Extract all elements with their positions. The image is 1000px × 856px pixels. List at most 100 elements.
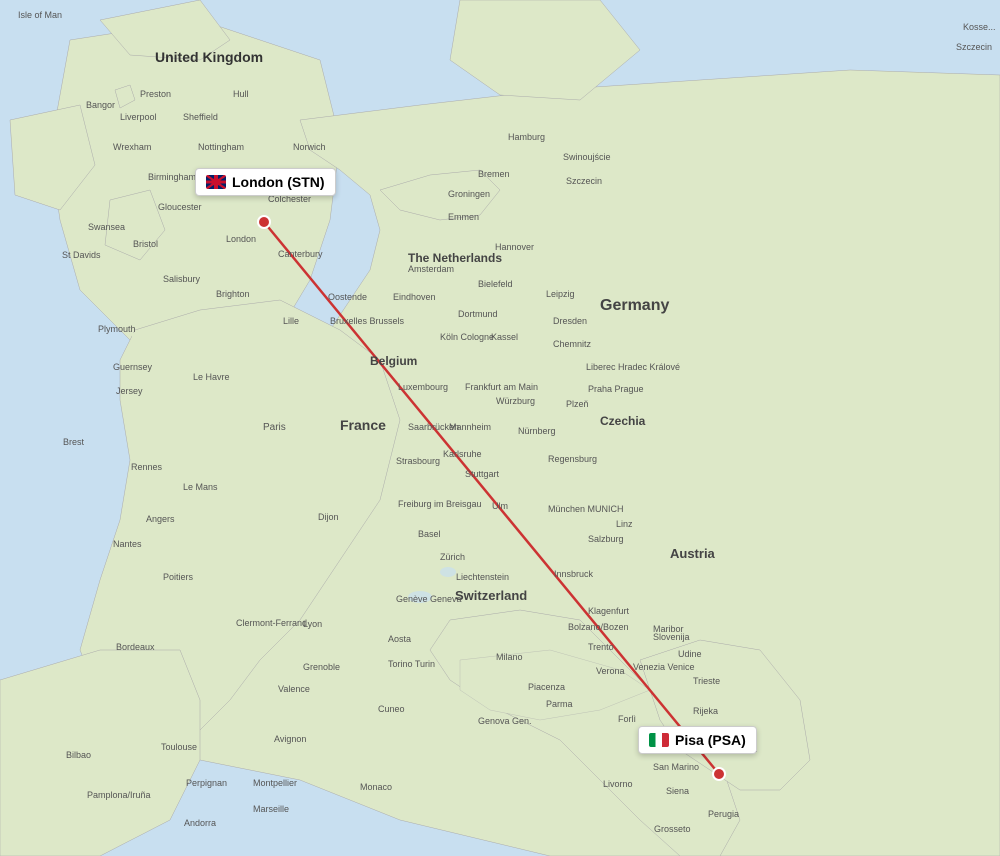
svg-text:Sheffield: Sheffield xyxy=(183,112,218,122)
netherlands-label: The Netherlands xyxy=(408,251,502,265)
svg-text:Dortmund: Dortmund xyxy=(458,309,498,319)
origin-dot xyxy=(258,216,270,228)
svg-text:Genova Gen.: Genova Gen. xyxy=(478,716,532,726)
svg-text:Strasbourg: Strasbourg xyxy=(396,456,440,466)
svg-text:Venezia Venice: Venezia Venice xyxy=(633,662,695,672)
svg-text:Groningen: Groningen xyxy=(448,189,490,199)
svg-text:Slovenija: Slovenija xyxy=(653,632,690,642)
svg-text:Bremen: Bremen xyxy=(478,169,510,179)
svg-text:Norwich: Norwich xyxy=(293,142,326,152)
belgium-label: Belgium xyxy=(370,354,417,368)
map-container: United Kingdom Germany France Switzerlan… xyxy=(0,0,1000,856)
svg-text:Verona: Verona xyxy=(596,666,625,676)
svg-text:Hannover: Hannover xyxy=(495,242,534,252)
svg-text:Bielefeld: Bielefeld xyxy=(478,279,513,289)
svg-text:Ulm: Ulm xyxy=(492,501,508,511)
svg-text:Rennes: Rennes xyxy=(131,462,163,472)
svg-text:Grenoble: Grenoble xyxy=(303,662,340,672)
svg-text:Hull: Hull xyxy=(233,89,249,99)
svg-text:Hamburg: Hamburg xyxy=(508,132,545,142)
italy-flag-icon xyxy=(649,733,669,747)
svg-text:Cuneo: Cuneo xyxy=(378,704,405,714)
svg-text:Frankfurt am Main: Frankfurt am Main xyxy=(465,382,538,392)
svg-text:Basel: Basel xyxy=(418,529,441,539)
svg-text:Kosse...: Kosse... xyxy=(963,22,996,32)
svg-text:Rijeka: Rijeka xyxy=(693,706,718,716)
svg-text:Oostende: Oostende xyxy=(328,292,367,302)
svg-text:Preston: Preston xyxy=(140,89,171,99)
london-label-text: London (STN) xyxy=(232,174,325,190)
svg-text:Gloucester: Gloucester xyxy=(158,202,202,212)
svg-text:Lille: Lille xyxy=(283,316,299,326)
svg-text:Parma: Parma xyxy=(546,699,573,709)
switzerland-label: Switzerland xyxy=(455,588,527,603)
svg-text:Praha Prague: Praha Prague xyxy=(588,384,644,394)
svg-text:London: London xyxy=(226,234,256,244)
svg-text:Grosseto: Grosseto xyxy=(654,824,691,834)
svg-text:Clermont-Ferrand: Clermont-Ferrand xyxy=(236,618,307,628)
svg-text:Livorno: Livorno xyxy=(603,779,633,789)
svg-text:Salisbury: Salisbury xyxy=(163,274,201,284)
svg-text:Guernsey: Guernsey xyxy=(113,362,153,372)
france-label: France xyxy=(340,417,386,433)
svg-text:Toulouse: Toulouse xyxy=(161,742,197,752)
svg-text:Avignon: Avignon xyxy=(274,734,306,744)
svg-text:Brighton: Brighton xyxy=(216,289,250,299)
svg-text:Isle of Man: Isle of Man xyxy=(18,10,62,20)
svg-text:Genève Geneva: Genève Geneva xyxy=(396,594,462,604)
svg-text:Piacenza: Piacenza xyxy=(528,682,565,692)
svg-text:Bilbao: Bilbao xyxy=(66,750,91,760)
svg-text:Pamplona/Iruña: Pamplona/Iruña xyxy=(87,790,151,800)
svg-text:Andorra: Andorra xyxy=(184,818,216,828)
svg-text:Szczecin: Szczecin xyxy=(566,176,602,186)
svg-text:Perpignan: Perpignan xyxy=(186,778,227,788)
map-svg: United Kingdom Germany France Switzerlan… xyxy=(0,0,1000,856)
svg-text:Innsbruck: Innsbruck xyxy=(554,569,594,579)
svg-text:Liechtenstein: Liechtenstein xyxy=(456,572,509,582)
svg-text:Nottingham: Nottingham xyxy=(198,142,244,152)
svg-text:Perugia: Perugia xyxy=(708,809,739,819)
svg-text:Leipzig: Leipzig xyxy=(546,289,575,299)
uk-flag-icon xyxy=(206,175,226,189)
svg-text:Nürnberg: Nürnberg xyxy=(518,426,556,436)
svg-text:Emmen: Emmen xyxy=(448,212,479,222)
czechia-label: Czechia xyxy=(600,414,646,428)
svg-text:Dresden: Dresden xyxy=(553,316,587,326)
svg-text:Plzeň: Plzeň xyxy=(566,399,589,409)
svg-text:Birmingham: Birmingham xyxy=(148,172,196,182)
svg-text:Kassel: Kassel xyxy=(491,332,518,342)
svg-text:Bristol: Bristol xyxy=(133,239,158,249)
svg-text:Nantes: Nantes xyxy=(113,539,142,549)
uk-label: United Kingdom xyxy=(155,49,263,65)
svg-text:Angers: Angers xyxy=(146,514,175,524)
svg-text:Dijon: Dijon xyxy=(318,512,339,522)
svg-text:Le Havre: Le Havre xyxy=(193,372,230,382)
svg-text:San Marino: San Marino xyxy=(653,762,699,772)
svg-text:Stuttgart: Stuttgart xyxy=(465,469,500,479)
svg-text:Brest: Brest xyxy=(63,437,85,447)
svg-text:Salzburg: Salzburg xyxy=(588,534,624,544)
svg-text:Würzburg: Würzburg xyxy=(496,396,535,406)
svg-text:Mannheim: Mannheim xyxy=(449,422,491,432)
svg-text:Bolzano/Bozen: Bolzano/Bozen xyxy=(568,622,629,632)
svg-text:Szczecin: Szczecin xyxy=(956,42,992,52)
svg-text:Regensburg: Regensburg xyxy=(548,454,597,464)
svg-text:Hradec Králové: Hradec Králové xyxy=(618,362,680,372)
svg-text:Chemnitz: Chemnitz xyxy=(553,339,592,349)
svg-text:Canterbury: Canterbury xyxy=(278,249,323,259)
svg-text:Liberec: Liberec xyxy=(586,362,616,372)
svg-text:Freiburg im Breisgau: Freiburg im Breisgau xyxy=(398,499,482,509)
svg-text:Jersey: Jersey xyxy=(116,386,143,396)
svg-text:Torino Turin: Torino Turin xyxy=(388,659,435,669)
svg-text:Klagenfurt: Klagenfurt xyxy=(588,606,630,616)
destination-dot xyxy=(713,768,725,780)
svg-text:St Davids: St Davids xyxy=(62,250,101,260)
svg-text:Trento: Trento xyxy=(588,642,614,652)
svg-text:Forlì: Forlì xyxy=(618,714,636,724)
london-location-label: London (STN) xyxy=(195,168,336,196)
svg-text:Monaco: Monaco xyxy=(360,782,392,792)
svg-text:Siena: Siena xyxy=(666,786,689,796)
austria-label: Austria xyxy=(670,546,716,561)
svg-text:Linz: Linz xyxy=(616,519,633,529)
svg-text:Köln Cologne: Köln Cologne xyxy=(440,332,494,342)
